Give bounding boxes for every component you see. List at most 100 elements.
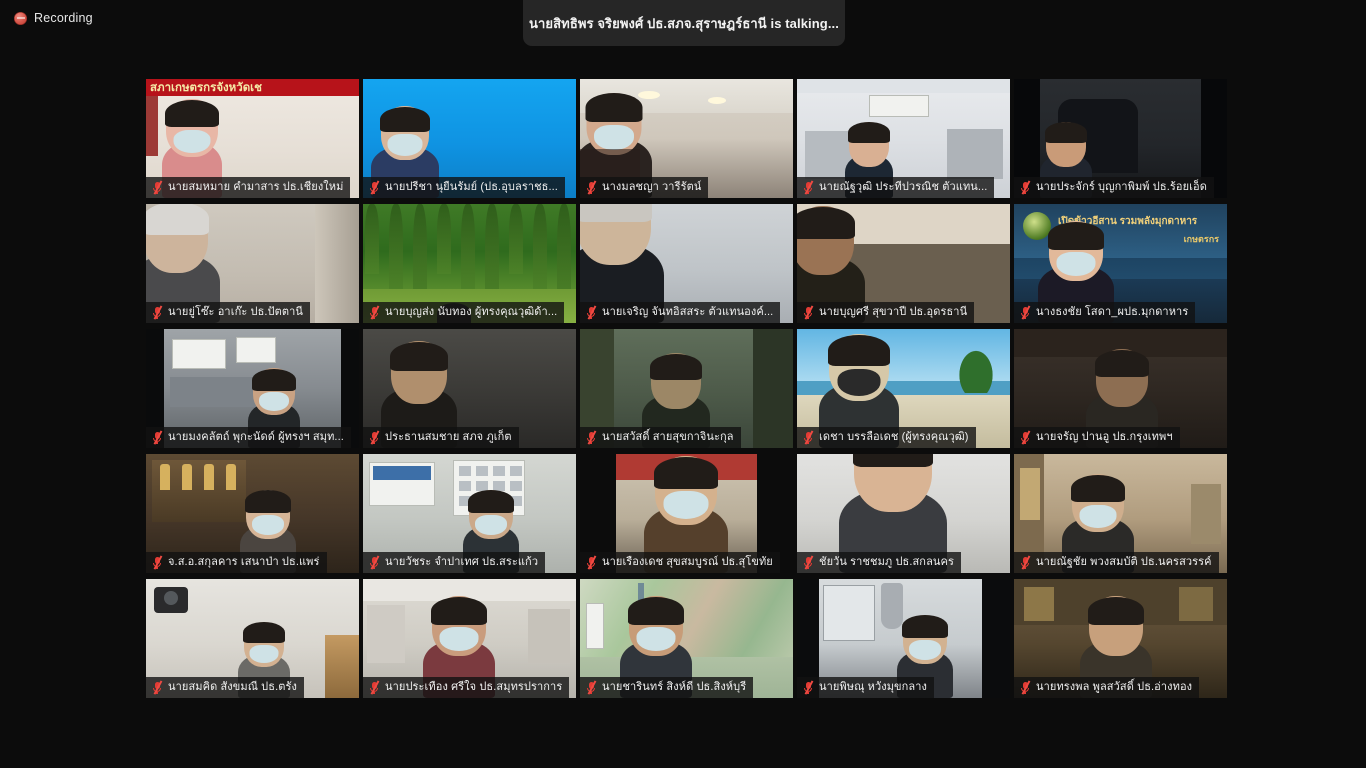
participant-hair	[797, 207, 855, 239]
microphone-muted-icon	[803, 555, 814, 570]
participant-hair	[1071, 475, 1125, 502]
participant-hair	[380, 107, 430, 132]
participant-hair	[628, 597, 684, 625]
participant-tile[interactable]: นางมลชญา วารีรัตน์	[580, 79, 793, 198]
cabinet	[947, 129, 1003, 179]
participant-tile[interactable]: นายสมคิด สังขมณี ปธ.ตรัง	[146, 579, 359, 698]
participant-hair	[252, 369, 296, 391]
participant-name: นายสมคิด สังขมณี ปธ.ตรัง	[168, 681, 297, 693]
participant-name: นายมงคลัตถ์ พุกะนัดด์ ผู้ทรงฯ สมุท...	[168, 431, 344, 443]
active-speaker-text: นายสิทธิพร จริยพงศ์ ปธ.สภจ.สุราษฎร์ธานี …	[529, 15, 839, 31]
ceiling	[797, 79, 1010, 93]
participant-name: นายเรืองเดช สุขสมบูรณ์ ปธ.สุโขทัย	[602, 556, 773, 568]
participant-hair	[468, 490, 514, 513]
participant-tile[interactable]: นายชารินทร์ สิงห์ดี ปธ.สิงห์บุรี	[580, 579, 793, 698]
participant-name-bar: นายมงคลัตถ์ พุกะนัดด์ ผู้ทรงฯ สมุท...	[146, 427, 351, 448]
participant-name-bar: นายปรีชา นุยืนรัมย์ (ปธ.อุบลราชธ...	[363, 177, 565, 198]
microphone-muted-icon	[152, 430, 163, 445]
participant-hair	[902, 615, 948, 638]
microphone-muted-icon	[803, 430, 814, 445]
participant-name-bar: นายทรงพล พูลสวัสดิ์ ปธ.อ่างทอง	[1014, 677, 1200, 698]
participant-name: นายชารินทร์ สิงห์ดี ปธ.สิงห์บุรี	[602, 681, 747, 693]
face-mask	[173, 130, 211, 153]
face-mask	[259, 392, 289, 411]
face-mask	[249, 645, 279, 663]
microphone-muted-icon	[1020, 680, 1031, 695]
participant-tile[interactable]: นายประจักร์ บุญกาพิมพ์ ปธ.ร้อยเอ็ด	[1014, 79, 1227, 198]
video-gallery-grid: สภาเกษตรกรจังหวัดเช นายสมหมาย คำมาสาร ปธ.…	[146, 79, 1227, 698]
face-mask	[1079, 505, 1117, 528]
participant-tile[interactable]: นายวัชระ จำปาเทศ ปธ.สระแก้ว	[363, 454, 576, 573]
face-mask	[636, 627, 676, 651]
participant-name: ชัยวัน ราชชมภู ปธ.สกลนคร	[819, 556, 954, 568]
microphone-muted-icon	[803, 180, 814, 195]
participant-tile[interactable]: นายณัฐชัย พวงสมบัติ ปธ.นครสวรรค์	[1014, 454, 1227, 573]
microphone-muted-icon	[369, 555, 380, 570]
face-mask	[252, 515, 284, 535]
decor	[1179, 587, 1213, 621]
participant-tile[interactable]: นายสวัสดิ์ สายสุขกาจินะกุล	[580, 329, 793, 448]
participant-name: นายประจักร์ บุญกาพิมพ์ ปธ.ร้อยเอ็ด	[1036, 181, 1207, 193]
participant-tile[interactable]: นายเรืองเดช สุขสมบูรณ์ ปธ.สุโขทัย	[580, 454, 793, 573]
participant-name-bar: นายยู่โซ๊ะ อาเก๊ะ ปธ.ปัตตานี	[146, 302, 311, 323]
microphone-muted-icon	[586, 180, 597, 195]
participant-name-bar: ชัยวัน ราชชมภู ปธ.สกลนคร	[797, 552, 961, 573]
face-mask	[837, 369, 881, 396]
recording-label: Recording	[34, 11, 93, 25]
participant-tile[interactable]: นายณัฐวุฒิ ประทีปวรณิช ตัวแทน...	[797, 79, 1010, 198]
microphone-muted-icon	[1020, 555, 1031, 570]
participant-tile[interactable]: นายประเทือง ศรีใจ ปธ.สมุทรปราการ	[363, 579, 576, 698]
curtain	[315, 204, 359, 323]
participant-tile[interactable]: ชัยวัน ราชชมภู ปธ.สกลนคร	[797, 454, 1010, 573]
participant-tile[interactable]: สภาเกษตรกรจังหวัดเช นายสมหมาย คำมาสาร ปธ.…	[146, 79, 359, 198]
participant-name: นายบุญศรี สุขวาปี ปธ.อุดรธานี	[819, 306, 968, 318]
participant-tile[interactable]: นายเจริญ จันทอิสสระ ตัวแทนองค์...	[580, 204, 793, 323]
participant-name-bar: นายสมคิด สังขมณี ปธ.ตรัง	[146, 677, 304, 698]
participant-name: นายบุญส่ง นับทอง ผู้ทรงคุณวุฒิด้า...	[385, 306, 558, 318]
participant-name-bar: นายณัฐชัย พวงสมบัติ ปธ.นครสวรรค์	[1014, 552, 1219, 573]
participant-tile[interactable]: นายยู่โซ๊ะ อาเก๊ะ ปธ.ปัตตานี	[146, 204, 359, 323]
microphone-muted-icon	[1020, 430, 1031, 445]
trophy	[204, 464, 214, 490]
participant-tile[interactable]: จ.ส.อ.สกุลคาร เสนาป่า ปธ.แพร่	[146, 454, 359, 573]
window	[823, 585, 875, 641]
trophy	[160, 464, 170, 490]
participant-name: นายวัชระ จำปาเทศ ปธ.สระแก้ว	[385, 556, 539, 568]
participant-tile[interactable]: เปิดข้าวอีสาน รวมพลังมุกดาหารเปิดข้าวอีส…	[1014, 204, 1227, 323]
participant-hair	[585, 93, 643, 122]
participant-tile[interactable]: นายจรัญ ปานอู ปธ.กรุงเทพฯ	[1014, 329, 1227, 448]
microphone-muted-icon	[369, 430, 380, 445]
participant-hair	[146, 204, 209, 235]
microphone-muted-icon	[586, 680, 597, 695]
participant-tile[interactable]: เดชา บรรลือเดช (ผู้ทรงคุณวุฒิ)	[797, 329, 1010, 448]
participant-tile[interactable]: นายมงคลัตถ์ พุกะนัดด์ ผู้ทรงฯ สมุท...	[146, 329, 359, 448]
recording-indicator: Recording	[14, 11, 93, 25]
participant-tile[interactable]: นายปรีชา นุยืนรัมย์ (ปธ.อุบลราชธ...	[363, 79, 576, 198]
participant-hair	[853, 454, 933, 467]
camera-lens	[164, 591, 178, 605]
participant-tile[interactable]: นายบุญศรี สุขวาปี ปธ.อุดรธานี	[797, 204, 1010, 323]
participant-hair	[848, 122, 890, 143]
participant-hair	[245, 490, 291, 513]
participant-name: นายพิษณุ หวังมุขกลาง	[819, 681, 928, 693]
microphone-muted-icon	[369, 305, 380, 320]
participant-name: จ.ส.อ.สกุลคาร เสนาป่า ปธ.แพร่	[168, 556, 320, 568]
wall-panel	[753, 329, 793, 448]
microphone-muted-icon	[1020, 180, 1031, 195]
pillarbox	[982, 579, 1010, 698]
participant-name: นายสมหมาย คำมาสาร ปธ.เชียงใหม่	[168, 181, 344, 193]
participant-hair	[580, 204, 652, 222]
participant-tile[interactable]: นายบุญส่ง นับทอง ผู้ทรงคุณวุฒิด้า...	[363, 204, 576, 323]
participant-name-bar: นายประจักร์ บุญกาพิมพ์ ปธ.ร้อยเอ็ด	[1014, 177, 1214, 198]
microphone-muted-icon	[586, 430, 597, 445]
participant-name: นายยู่โซ๊ะ อาเก๊ะ ปธ.ปัตตานี	[168, 306, 304, 318]
shelf	[325, 635, 359, 698]
participant-hair	[828, 335, 890, 366]
participant-name: นายณัฐวุฒิ ประทีปวรณิช ตัวแทน...	[819, 181, 988, 193]
participant-tile[interactable]: นายพิษณุ หวังมุขกลาง	[797, 579, 1010, 698]
participant-hair	[1095, 350, 1149, 377]
participant-tile[interactable]: ประธานสมชาย สภจ ภูเก็ต	[363, 329, 576, 448]
participant-tile[interactable]: นายทรงพล พูลสวัสดิ์ ปธ.อ่างทอง	[1014, 579, 1227, 698]
wall-accent	[146, 96, 158, 156]
tree	[509, 204, 523, 274]
